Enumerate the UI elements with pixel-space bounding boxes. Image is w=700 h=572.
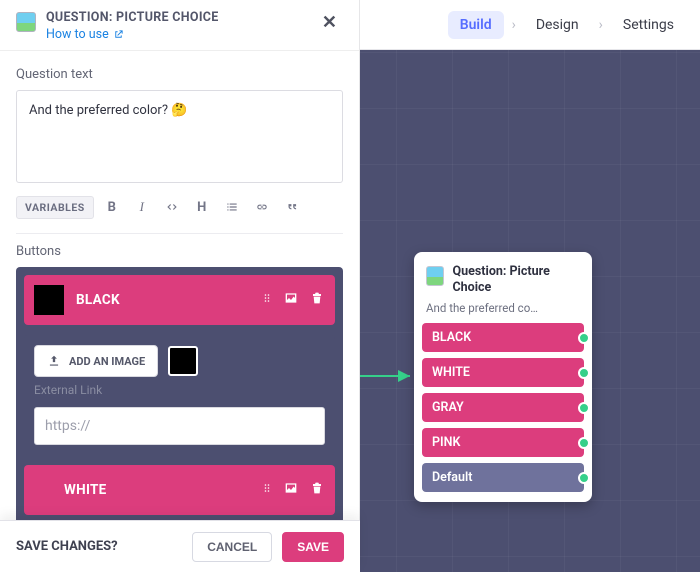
divider (16, 233, 343, 234)
option-expanded: ADD AN IMAGE External Link (24, 335, 335, 455)
close-icon[interactable]: ✕ (316, 10, 343, 35)
option-row[interactable]: BLACK (24, 275, 335, 325)
top-nav: Build › Design › Settings (360, 0, 700, 50)
node-option[interactable]: BLACK (422, 323, 584, 352)
external-link-input[interactable] (34, 407, 325, 445)
connector-dot[interactable] (578, 367, 590, 379)
picture-choice-icon (16, 12, 36, 32)
save-button[interactable]: SAVE (282, 532, 344, 562)
nav-build[interactable]: Build (448, 11, 504, 39)
flow-canvas[interactable]: Build › Design › Settings Question: Pict… (360, 0, 700, 572)
drag-handle-icon[interactable] (261, 290, 273, 310)
image-icon[interactable] (283, 480, 299, 500)
node-option[interactable]: WHITE (422, 358, 584, 387)
node-title: Question: Picture Choice (452, 264, 580, 295)
image-preview[interactable] (168, 346, 198, 376)
drag-handle-icon[interactable] (261, 480, 273, 500)
connection-arrow (360, 366, 414, 386)
italic-button[interactable]: I (130, 195, 154, 219)
nav-design[interactable]: Design (524, 11, 591, 39)
nav-settings[interactable]: Settings (611, 11, 686, 39)
delete-icon[interactable] (309, 480, 325, 500)
node-subtitle: And the preferred co… (414, 299, 592, 323)
editor-panel: QUESTION: PICTURE CHOICE How to use ✕ Qu… (0, 0, 360, 572)
connector-dot[interactable] (578, 472, 590, 484)
color-swatch (34, 285, 64, 315)
node-option[interactable]: PINK (422, 428, 584, 457)
link-button[interactable] (250, 195, 274, 219)
option-row[interactable]: WHITE (24, 465, 335, 515)
external-link-icon (113, 29, 124, 40)
panel-title: QUESTION: PICTURE CHOICE (46, 10, 316, 25)
node-option[interactable]: GRAY (422, 393, 584, 422)
connector-dot[interactable] (578, 402, 590, 414)
image-icon[interactable] (283, 290, 299, 310)
node-option-default[interactable]: Default (422, 463, 584, 492)
panel-header: QUESTION: PICTURE CHOICE How to use ✕ (0, 0, 359, 51)
question-text-input[interactable] (16, 90, 343, 183)
quote-button[interactable] (280, 195, 304, 219)
heading-button[interactable]: H (190, 195, 214, 219)
question-text-label: Question text (16, 67, 343, 82)
external-link-label: External Link (34, 383, 325, 397)
format-toolbar: VARIABLES B I H (16, 195, 343, 233)
list-button[interactable] (220, 195, 244, 219)
add-image-button[interactable]: ADD AN IMAGE (34, 345, 158, 377)
connector-dot[interactable] (578, 437, 590, 449)
save-changes-label: SAVE CHANGES? (16, 539, 182, 554)
delete-icon[interactable] (309, 290, 325, 310)
option-label: BLACK (76, 292, 249, 308)
cancel-button[interactable]: CANCEL (192, 532, 272, 562)
code-button[interactable] (160, 195, 184, 219)
color-swatch (34, 475, 52, 505)
bold-button[interactable]: B (100, 195, 124, 219)
picture-choice-icon (426, 266, 444, 286)
buttons-label: Buttons (16, 244, 343, 259)
how-to-use-link[interactable]: How to use (46, 27, 316, 42)
variables-button[interactable]: VARIABLES (16, 196, 94, 219)
option-label: WHITE (64, 482, 249, 498)
upload-icon (47, 354, 61, 368)
connector-dot[interactable] (578, 332, 590, 344)
save-changes-bar: SAVE CHANGES? CANCEL SAVE (0, 520, 360, 572)
flow-node[interactable]: Question: Picture Choice And the preferr… (414, 252, 592, 502)
